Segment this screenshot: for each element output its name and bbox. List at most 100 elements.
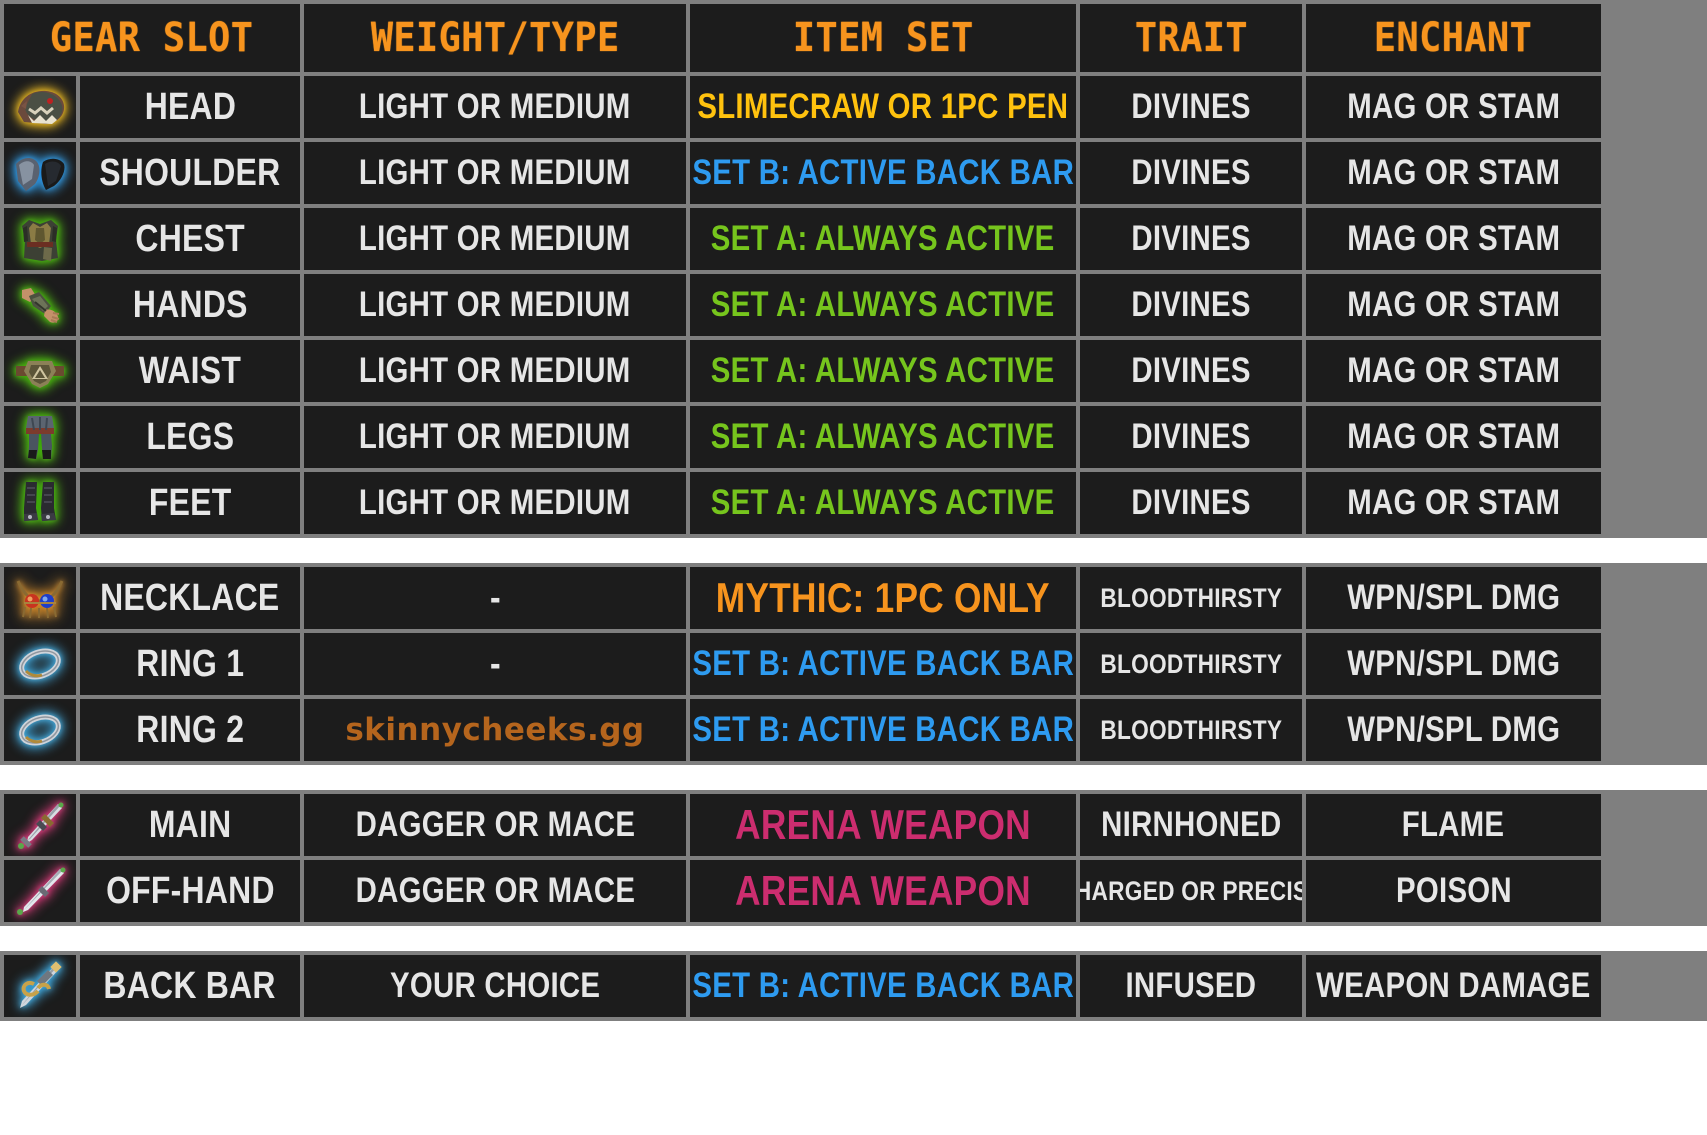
enchant-value-text: WPN/SPL DMG: [1347, 578, 1560, 617]
enchant-value: WEAPON DAMAGE: [1306, 955, 1601, 1017]
ring-icon: [11, 637, 69, 691]
header-weight-type: WEIGHT/TYPE: [304, 4, 686, 72]
gear-slot-name-text: FEET: [148, 481, 232, 524]
item-set-value: SET A: ALWAYS ACTIVE: [690, 472, 1076, 534]
trait-value-text: NIRNHONED: [1100, 805, 1282, 844]
gear-icon-cell: [4, 142, 76, 204]
table-header-row: GEAR SLOT WEIGHT/TYPE ITEM SET TRAIT ENC…: [4, 4, 1703, 72]
trait-value: DIVINES: [1080, 406, 1302, 468]
item-set-value-text: SET A: ALWAYS ACTIVE: [711, 219, 1055, 258]
weight-type-value-text: YOUR CHOICE: [389, 966, 601, 1005]
chest-icon: [11, 212, 69, 266]
trait-value-text: DIVINES: [1131, 153, 1251, 192]
weight-type-value: LIGHT OR MEDIUM: [304, 406, 686, 468]
item-set-value: SET A: ALWAYS ACTIVE: [690, 208, 1076, 270]
enchant-value: WPN/SPL DMG: [1306, 567, 1601, 629]
weight-type-value: -: [304, 567, 686, 629]
table-row: SHOULDER LIGHT OR MEDIUM SET B: ACTIVE BAC…: [4, 142, 1703, 204]
enchant-value: WPN/SPL DMG: [1306, 699, 1601, 761]
trait-value-text: DIVINES: [1131, 285, 1251, 324]
necklace-icon: [11, 571, 69, 625]
enchant-value-text: MAG OR STAM: [1347, 153, 1560, 192]
weight-type-value-text: LIGHT OR MEDIUM: [359, 483, 631, 522]
table-row: BACK BAR YOUR CHOICE SET B: ACTIVE BACK BA…: [4, 955, 1703, 1017]
header-label: ITEM SET: [792, 15, 974, 61]
weight-type-value-text: DAGGER OR MACE: [355, 871, 635, 910]
item-set-value: SET B: ACTIVE BACK BAR: [690, 699, 1076, 761]
gear-slot-name: FEET: [80, 472, 300, 534]
header-label: GEAR SLOT: [50, 15, 254, 61]
item-set-value-text: SET A: ALWAYS ACTIVE: [711, 351, 1055, 390]
enchant-value-text: FLAME: [1402, 805, 1505, 844]
gear-slot-name: OFF-HAND: [80, 860, 300, 922]
gear-slot-name: MAIN: [80, 794, 300, 856]
weight-type-value: LIGHT OR MEDIUM: [304, 340, 686, 402]
gear-icon-cell: [4, 955, 76, 1017]
item-set-value-text: SET B: ACTIVE BACK BAR: [692, 644, 1074, 683]
table-row: HANDS LIGHT OR MEDIUM SET A: ALWAYS ACTIVE…: [4, 274, 1703, 336]
gear-slot-name: LEGS: [80, 406, 300, 468]
trait-value: BLOODTHIRSTY: [1080, 699, 1302, 761]
boots-icon: [11, 476, 69, 530]
section-divider: [0, 765, 1707, 790]
gear-slot-name: BACK BAR: [80, 955, 300, 1017]
gear-slot-name-text: MAIN: [148, 803, 232, 846]
gear-icon-cell: [4, 567, 76, 629]
weight-type-value-text: LIGHT OR MEDIUM: [359, 285, 631, 324]
enchant-value: MAG OR STAM: [1306, 406, 1601, 468]
enchant-value: MAG OR STAM: [1306, 142, 1601, 204]
weight-type-value: LIGHT OR MEDIUM: [304, 76, 686, 138]
table-row: OFF-HAND DAGGER OR MACE ARENA WEAPON CHARGE…: [4, 860, 1703, 922]
weight-type-value: -: [304, 633, 686, 695]
weight-type-value-text: LIGHT OR MEDIUM: [359, 417, 631, 456]
enchant-value-text: MAG OR STAM: [1347, 87, 1560, 126]
enchant-value: POISON: [1306, 860, 1601, 922]
jewelry-rows-container: NECKLACE - MYTHIC: 1PC ONLY BLOODTHIRSTY WPN…: [4, 567, 1703, 761]
header-enchant: ENCHANT: [1306, 4, 1601, 72]
weight-type-value-text: DAGGER OR MACE: [355, 805, 635, 844]
weight-type-value: LIGHT OR MEDIUM: [304, 142, 686, 204]
gear-slot-name: CHEST: [80, 208, 300, 270]
trait-value-text: BLOODTHIRSTY: [1100, 648, 1282, 679]
item-set-value: SLIMECRAW OR 1PC PEN: [690, 76, 1076, 138]
gear-slot-name: RING 1: [80, 633, 300, 695]
weight-type-value-text: skinnycheeks.gg: [345, 712, 645, 748]
gear-icon-cell: [4, 340, 76, 402]
item-set-value: SET A: ALWAYS ACTIVE: [690, 340, 1076, 402]
table-row: FEET LIGHT OR MEDIUM SET A: ALWAYS ACTIVE D…: [4, 472, 1703, 534]
weight-type-value: LIGHT OR MEDIUM: [304, 472, 686, 534]
item-set-value: SET B: ACTIVE BACK BAR: [690, 633, 1076, 695]
section-divider: [0, 926, 1707, 951]
item-set-value: SET A: ALWAYS ACTIVE: [690, 274, 1076, 336]
staff-icon: [11, 959, 69, 1013]
item-set-value: ARENA WEAPON: [690, 794, 1076, 856]
gear-icon-cell: [4, 633, 76, 695]
trait-value: DIVINES: [1080, 76, 1302, 138]
item-set-value-text: MYTHIC: 1PC ONLY: [715, 574, 1051, 621]
trait-value: DIVINES: [1080, 142, 1302, 204]
item-set-value-text: SET B: ACTIVE BACK BAR: [692, 153, 1074, 192]
gear-slot-name-text: HEAD: [144, 85, 236, 128]
gear-slot-name-text: RING 1: [136, 642, 244, 685]
gear-slot-name-text: BACK BAR: [103, 964, 277, 1007]
gear-icon-cell: [4, 699, 76, 761]
armor-rows-container: HEAD LIGHT OR MEDIUM SLIMECRAW OR 1PC PEN D…: [4, 76, 1703, 534]
enchant-value-text: WEAPON DAMAGE: [1316, 966, 1591, 1005]
trait-value-text: BLOODTHIRSTY: [1100, 714, 1282, 745]
weight-type-value-text: LIGHT OR MEDIUM: [359, 87, 631, 126]
gear-icon-cell: [4, 76, 76, 138]
table-row: CHEST LIGHT OR MEDIUM SET A: ALWAYS ACTIVE…: [4, 208, 1703, 270]
header-trait: TRAIT: [1080, 4, 1302, 72]
gear-slot-name-text: SHOULDER: [99, 151, 281, 194]
legs-icon: [11, 410, 69, 464]
weight-type-value-text: LIGHT OR MEDIUM: [359, 153, 631, 192]
trait-value: CHARGED OR PRECISE: [1080, 860, 1302, 922]
weight-type-value-text: -: [489, 576, 501, 619]
item-set-value-text: SLIMECRAW OR 1PC PEN: [697, 87, 1069, 126]
trait-value: NIRNHONED: [1080, 794, 1302, 856]
trait-value-text: DIVINES: [1131, 219, 1251, 258]
ring-icon: [11, 703, 69, 757]
gear-slot-name-text: CHEST: [135, 217, 245, 260]
enchant-value-text: MAG OR STAM: [1347, 285, 1560, 324]
gear-slot-name: HANDS: [80, 274, 300, 336]
